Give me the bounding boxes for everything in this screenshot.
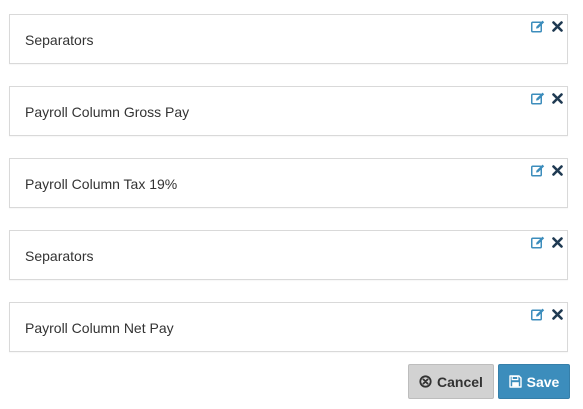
- cancel-button[interactable]: Cancel: [408, 364, 494, 399]
- item-label: Payroll Column Tax 19%: [25, 176, 178, 192]
- item-label: Separators: [25, 32, 94, 48]
- save-label: Save: [526, 373, 560, 390]
- times-circle-icon: [419, 375, 432, 388]
- list-item: Payroll Column Gross Pay: [9, 86, 568, 136]
- item-label: Payroll Column Gross Pay: [25, 104, 190, 120]
- edit-icon[interactable]: [531, 163, 545, 177]
- edit-icon[interactable]: [531, 235, 545, 249]
- remove-icon[interactable]: [550, 163, 564, 177]
- item-label: Separators: [25, 248, 94, 264]
- list-item: Payroll Column Net Pay: [9, 302, 568, 352]
- edit-icon[interactable]: [531, 307, 545, 321]
- edit-icon[interactable]: [531, 19, 545, 33]
- item-actions: [531, 19, 564, 33]
- cancel-label: Cancel: [437, 373, 483, 390]
- remove-icon[interactable]: [550, 307, 564, 321]
- list-item: Separators: [9, 230, 568, 280]
- item-label: Payroll Column Net Pay: [25, 320, 174, 336]
- item-actions: [531, 235, 564, 249]
- edit-icon[interactable]: [531, 91, 545, 105]
- item-actions: [531, 163, 564, 177]
- remove-icon[interactable]: [550, 235, 564, 249]
- remove-icon[interactable]: [550, 91, 564, 105]
- item-actions: [531, 307, 564, 321]
- item-actions: [531, 91, 564, 105]
- save-button[interactable]: Save: [498, 364, 570, 399]
- list-item: Separators: [9, 14, 568, 64]
- list-item: Payroll Column Tax 19%: [9, 158, 568, 208]
- floppy-disk-icon: [508, 375, 522, 388]
- remove-icon[interactable]: [550, 19, 564, 33]
